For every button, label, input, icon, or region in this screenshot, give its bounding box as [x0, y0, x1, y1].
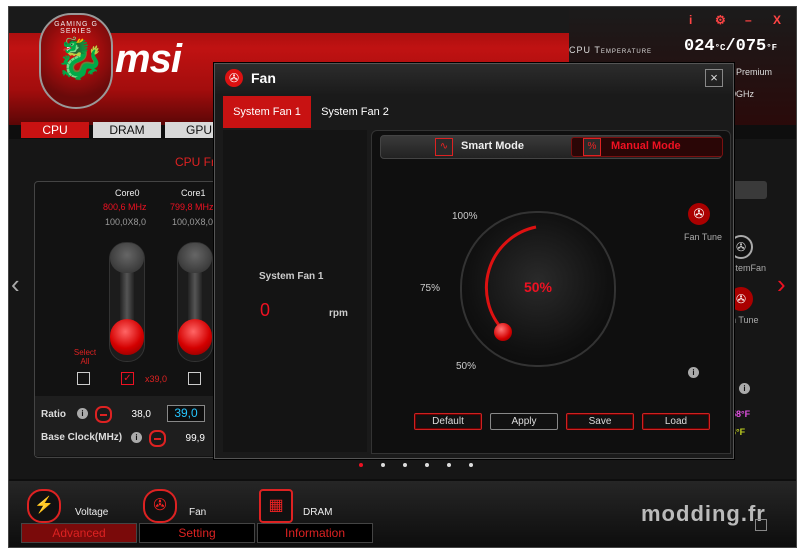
core0-mhz: 800,6 MHz	[103, 202, 147, 212]
voltage-icon[interactable]: ⚡	[27, 489, 61, 523]
smart-mode-icon[interactable]: ∿	[435, 138, 453, 156]
previous-page-arrow[interactable]: ‹	[11, 269, 20, 300]
select-all-checkbox[interactable]	[77, 372, 90, 385]
fan-speed-percent: 50%	[523, 279, 553, 295]
ghz-text: 0GHz	[731, 89, 755, 99]
fan-status-panel	[223, 130, 367, 452]
ratio-section	[35, 396, 235, 456]
pager-dot[interactable]	[403, 463, 407, 467]
apply-button[interactable]: Apply	[490, 413, 558, 430]
system-fan-label: stemFan	[731, 263, 767, 273]
base-clock-info-icon[interactable]: i	[131, 432, 142, 443]
slider-top-cap	[110, 243, 144, 273]
ratio-info-icon[interactable]: i	[77, 408, 88, 419]
core0-multiplier: 100,0X8,0	[105, 217, 147, 227]
core1-slider[interactable]	[177, 242, 213, 362]
info-icon[interactable]: i	[689, 13, 692, 27]
dragon-icon: 🐉	[55, 37, 105, 81]
fan-control-panel: ∿ Smart Mode % Manual Mode 100% 75% 50% …	[371, 130, 731, 454]
load-button[interactable]: Load	[642, 413, 710, 430]
core1-mhz: 799,8 MHz	[170, 202, 214, 212]
manual-mode-button[interactable]: Manual Mode	[611, 140, 681, 152]
tab-system-fan-2[interactable]: System Fan 2	[311, 96, 399, 128]
pager-dot[interactable]	[469, 463, 473, 467]
slider-handle[interactable]	[178, 319, 212, 355]
cpu-core-card: Core0 800,6 MHz 100,0X8,0 Core1 799,8 MH…	[34, 181, 236, 458]
core0-ratio-value: x39,0	[145, 374, 168, 384]
fan-tune-label: Fan Tune	[684, 232, 723, 242]
tab-dram[interactable]: DRAM	[93, 122, 161, 138]
pager-dot[interactable]	[425, 463, 429, 467]
fan-tune-icon[interactable]: ✇	[688, 203, 710, 225]
core1-checkbox[interactable]	[188, 372, 201, 385]
fan-info-icon[interactable]: i	[688, 367, 699, 378]
pager-dot[interactable]	[381, 463, 385, 467]
fan-icon[interactable]: ✇	[143, 489, 177, 523]
bottom-toolbar: ⚡ Voltage Advanced ✇ Fan Setting ▦ DRAM …	[9, 481, 796, 547]
dial-knob[interactable]	[494, 323, 512, 341]
gaming-series-logo: GAMING G SERIES 🐉	[39, 13, 113, 109]
fan-dialog: ✇ Fan × System Fan 1 System Fan 2 System…	[214, 63, 734, 459]
tab-system-fan-1[interactable]: System Fan 1	[223, 96, 311, 128]
minimize-icon[interactable]: –	[745, 13, 752, 27]
fan-rpm-value: 0	[260, 300, 271, 320]
fan-tune-label: n Tune	[731, 315, 759, 325]
watermark-text: modding.fr	[641, 501, 766, 526]
temp-separator: /	[725, 37, 736, 56]
slider-top-cap	[178, 243, 212, 273]
mode-selector: ∿ Smart Mode % Manual Mode	[380, 135, 723, 159]
fan-label: Fan	[189, 507, 207, 518]
ratio-value: 38,0	[131, 409, 151, 420]
information-button[interactable]: Information	[257, 523, 373, 543]
cpu-temp-celsius: 024	[684, 37, 715, 56]
default-button[interactable]: Default	[414, 413, 482, 430]
setting-button[interactable]: Setting	[139, 523, 255, 543]
dialog-title: Fan	[251, 70, 276, 86]
settings-icon[interactable]: ⚙	[715, 13, 726, 27]
tab-cpu[interactable]: CPU	[21, 122, 89, 138]
fan-name: System Fan 1	[259, 271, 324, 282]
dram-icon[interactable]: ▦	[259, 489, 293, 523]
fan-speed-dial[interactable]: 50%	[460, 211, 616, 367]
base-clock-label: Base Clock(MHz)	[41, 432, 123, 443]
pager-dot[interactable]	[359, 463, 363, 467]
ratio-label: Ratio	[41, 409, 66, 420]
right-card-header	[731, 181, 767, 199]
core0-checkbox[interactable]: ✓	[121, 372, 134, 385]
right-info-icon[interactable]: i	[739, 383, 750, 394]
close-icon[interactable]: X	[773, 13, 781, 27]
ratio-current-field[interactable]: 39,0	[167, 405, 205, 422]
advanced-button[interactable]: Advanced	[21, 523, 137, 543]
gauge-label-75: 75%	[420, 283, 441, 294]
cpu-temp-fahrenheit: 075	[735, 37, 767, 56]
dram-label: DRAM	[303, 507, 333, 518]
brand-logo: msi	[115, 37, 182, 81]
fan-icon: ✇	[225, 69, 243, 87]
premium-text: : Premium	[731, 67, 773, 77]
celsius-unit: °C	[714, 43, 726, 53]
fan-rpm-unit: rpm	[329, 308, 348, 319]
fahrenheit-unit: °F	[766, 43, 778, 53]
pager-dot[interactable]	[447, 463, 451, 467]
core0-name: Core0	[115, 188, 140, 198]
dialog-close-button[interactable]: ×	[705, 69, 723, 87]
dialog-title-bar: ✇ Fan ×	[215, 64, 733, 94]
select-all-label: Select All	[73, 348, 97, 366]
core0-slider[interactable]	[109, 242, 145, 362]
core1-multiplier: 100,0X8,0	[172, 217, 214, 227]
watermark-plus-icon	[755, 519, 767, 531]
smart-mode-button[interactable]: Smart Mode	[461, 140, 524, 152]
base-clock-decrease-button[interactable]	[149, 430, 166, 447]
next-page-arrow[interactable]: ›	[777, 269, 786, 300]
cpu-temperature-label: CPU Temperature	[569, 45, 653, 55]
manual-mode-icon[interactable]: %	[583, 138, 601, 156]
core1-name: Core1	[181, 188, 206, 198]
base-clock-value: 99,9	[185, 433, 205, 444]
voltage-label: Voltage	[75, 507, 109, 518]
cpu-temperature-readout: 024°C/075°F	[684, 37, 777, 56]
save-button[interactable]: Save	[566, 413, 634, 430]
slider-handle[interactable]	[110, 319, 144, 355]
logo-text: GAMING G SERIES	[54, 21, 98, 35]
ratio-decrease-button[interactable]	[95, 406, 112, 423]
